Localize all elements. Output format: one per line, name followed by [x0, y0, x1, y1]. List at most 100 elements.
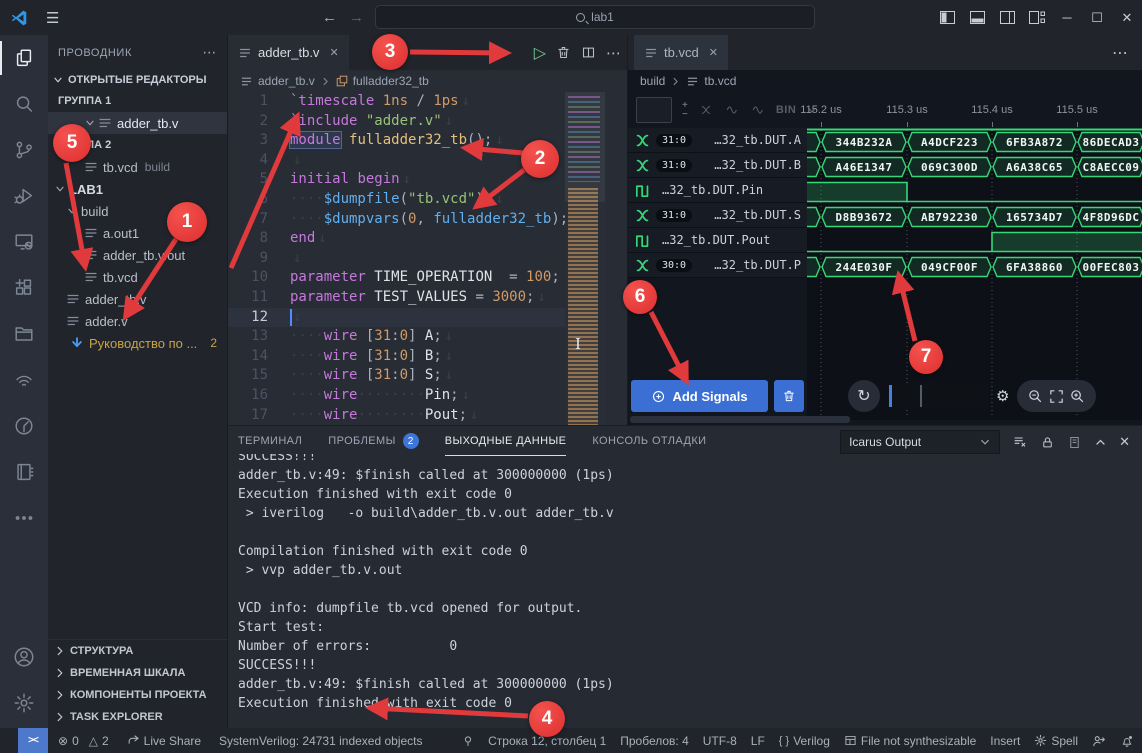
- radix-select[interactable]: BIN: [776, 104, 796, 116]
- notifications-icon[interactable]: [1120, 734, 1134, 748]
- output-channel-select[interactable]: Icarus Output: [840, 430, 1000, 454]
- activity-notebook[interactable]: [0, 449, 48, 495]
- split-editor-icon[interactable]: [581, 45, 596, 60]
- close-button[interactable]: ✕: [1112, 0, 1142, 35]
- activity-settings[interactable]: [0, 680, 48, 726]
- run-button[interactable]: ▷: [534, 43, 546, 63]
- reload-waveform-button[interactable]: ↻: [848, 380, 880, 412]
- editor-scrollbar[interactable]: [605, 92, 627, 425]
- terminal-output[interactable]: SUCCESS!!!adder_tb.v:49: $finish called …: [238, 454, 1142, 728]
- minimap[interactable]: [565, 92, 605, 425]
- bus-format-icon[interactable]: [698, 103, 714, 117]
- spell[interactable]: Spell: [1034, 734, 1078, 748]
- maximize-panel-icon[interactable]: [1094, 436, 1107, 449]
- activity-source-control[interactable]: [0, 127, 48, 173]
- insert-mode[interactable]: Insert: [990, 734, 1020, 748]
- activity-run-debug[interactable]: [0, 173, 48, 219]
- tree-item-adder_tb.v[interactable]: adder_tb.v: [48, 288, 227, 310]
- toggle-secondary-sidebar-icon[interactable]: [992, 0, 1022, 35]
- maximize-button[interactable]: ☐: [1082, 0, 1112, 35]
- tree-item-adder.v[interactable]: adder.v: [48, 310, 227, 332]
- zoom-minus-small[interactable]: −: [682, 110, 688, 119]
- wave-horizontal-scrollbar[interactable]: [630, 416, 850, 423]
- panel-tab-ПРОБЛЕМЫ[interactable]: ПРОБЛЕМЫ2: [328, 426, 418, 456]
- more-actions-icon[interactable]: ⋯: [606, 44, 621, 62]
- activity-extensions[interactable]: [0, 265, 48, 311]
- waveform-canvas[interactable]: 344B232AA4DCF2236FB3A87286DECAD3A46E1347…: [807, 128, 1142, 420]
- toggle-panel-icon[interactable]: [962, 0, 992, 35]
- sidebar-title: ПРОВОДНИК: [58, 47, 132, 59]
- signal-row-P[interactable]: 30:0…32_tb.DUT.P: [628, 253, 807, 278]
- activity-explorer[interactable]: [0, 35, 48, 81]
- more-actions-icon[interactable]: ⋯: [1112, 43, 1128, 63]
- activity-project-folder[interactable]: [0, 311, 48, 357]
- activity-wireless[interactable]: [0, 357, 48, 403]
- code-editor[interactable]: 1`timescale 1ns / 1ps↓2`include "adder.v…: [228, 92, 627, 425]
- toggle-sidebar-icon[interactable]: [932, 0, 962, 35]
- wave-breadcrumb[interactable]: build tb.vcd: [628, 70, 1142, 92]
- feedback-icon[interactable]: [1092, 734, 1106, 748]
- panel-tab-ВЫХОДНЫЕ ДАННЫЕ[interactable]: ВЫХОДНЫЕ ДАННЫЕ: [445, 426, 567, 456]
- indentation[interactable]: Пробелов: 4: [620, 734, 689, 748]
- signal-row-S[interactable]: 31:0…32_tb.DUT.S: [628, 203, 807, 228]
- zoom-out-icon[interactable]: [1027, 388, 1044, 405]
- synthesis-status[interactable]: File not synthesizable: [844, 734, 976, 748]
- minimize-button[interactable]: ─: [1052, 0, 1082, 35]
- terminal-line: SUCCESS!!!: [238, 454, 1142, 466]
- sidebar-section-КОМПОНЕНТЫ ПРОЕКТА[interactable]: КОМПОНЕНТЫ ПРОЕКТА: [48, 684, 227, 706]
- activity-remote-explorer[interactable]: [0, 219, 48, 265]
- tree-item-tb.vcd[interactable]: tb.vcd: [48, 266, 227, 288]
- activity-more[interactable]: [0, 495, 48, 541]
- live-share-status[interactable]: Live Share: [127, 734, 201, 748]
- close-tab-icon[interactable]: ✕: [709, 46, 718, 59]
- panel-tab-КОНСОЛЬ ОТЛАДКИ[interactable]: КОНСОЛЬ ОТЛАДКИ: [592, 426, 706, 456]
- zoom-fit-icon[interactable]: [1048, 388, 1065, 405]
- panel-tab-ТЕРМИНАЛ[interactable]: ТЕРМИНАЛ: [238, 426, 302, 456]
- signal-range: 31:0: [656, 159, 692, 172]
- encoding[interactable]: UTF-8: [703, 734, 737, 748]
- add-signals-button[interactable]: Add Signals: [631, 380, 768, 412]
- wave-scrollbar[interactable]: [888, 383, 988, 409]
- language-status[interactable]: SystemVerilog: 24731 indexed objects: [219, 734, 422, 748]
- close-tab-icon[interactable]: ✕: [329, 46, 338, 59]
- lock-icon[interactable]: [1040, 435, 1055, 450]
- signal-row[interactable]: …32_tb.DUT.Pout: [628, 228, 807, 253]
- editor-group-row[interactable]: ГРУППА 1: [48, 90, 227, 112]
- zoom-in-icon[interactable]: [1069, 388, 1086, 405]
- tab-tb-vcd[interactable]: tb.vcd ✕: [634, 35, 728, 70]
- problems-status[interactable]: ⊗0△2: [58, 734, 109, 748]
- remove-signals-button[interactable]: [774, 380, 804, 412]
- nav-back-icon[interactable]: ←: [322, 9, 337, 26]
- customize-layout-icon[interactable]: [1022, 0, 1052, 35]
- analog-wave-icon[interactable]: [724, 103, 740, 117]
- clear-output-icon[interactable]: [1012, 434, 1028, 450]
- sidebar-more-icon[interactable]: ⋯: [202, 44, 217, 61]
- analog-wave2-icon[interactable]: [750, 103, 766, 117]
- sidebar-section-TASK EXPLORER[interactable]: TASK EXPLORER: [48, 706, 227, 728]
- close-panel-icon[interactable]: ✕: [1119, 434, 1130, 450]
- signal-row[interactable]: …32_tb.DUT.Pin: [628, 178, 807, 203]
- eol[interactable]: LF: [751, 734, 765, 748]
- breadcrumb[interactable]: adder_tb.v fulladder32_tb: [228, 70, 627, 92]
- open-editors-header[interactable]: ОТКРЫТЫЕ РЕДАКТОРЫ: [48, 70, 227, 90]
- signal-row-A[interactable]: 31:0…32_tb.DUT.A: [628, 128, 807, 153]
- menu-icon[interactable]: ☰: [46, 9, 59, 27]
- signal-row-B[interactable]: 31:0…32_tb.DUT.B: [628, 153, 807, 178]
- misc-icon[interactable]: [462, 735, 474, 747]
- language-mode[interactable]: { }Verilog: [779, 734, 830, 748]
- tree-item-adder_tb.v.out[interactable]: adder_tb.v.out: [48, 244, 227, 266]
- activity-search[interactable]: [0, 81, 48, 127]
- command-center-search[interactable]: lab1: [375, 5, 815, 29]
- trash-icon[interactable]: [556, 45, 571, 60]
- remote-indicator[interactable]: ><: [18, 728, 48, 753]
- sidebar-section-СТРУКТУРА[interactable]: СТРУКТУРА: [48, 640, 227, 662]
- tab-adder-tb[interactable]: adder_tb.v ✕: [228, 35, 349, 70]
- tree-section-LAB1[interactable]: LAB1: [48, 178, 227, 200]
- activity-pio-home[interactable]: [0, 403, 48, 449]
- tree-item-guide[interactable]: Руководство по ...2: [48, 332, 227, 354]
- nav-forward-icon[interactable]: →: [349, 9, 364, 26]
- open-in-editor-icon[interactable]: [1067, 435, 1082, 450]
- sidebar-section-ВРЕМЕННАЯ ШКАЛА[interactable]: ВРЕМЕННАЯ ШКАЛА: [48, 662, 227, 684]
- wave-settings-gear-icon[interactable]: ⚙: [996, 387, 1009, 405]
- activity-account[interactable]: [0, 634, 48, 680]
